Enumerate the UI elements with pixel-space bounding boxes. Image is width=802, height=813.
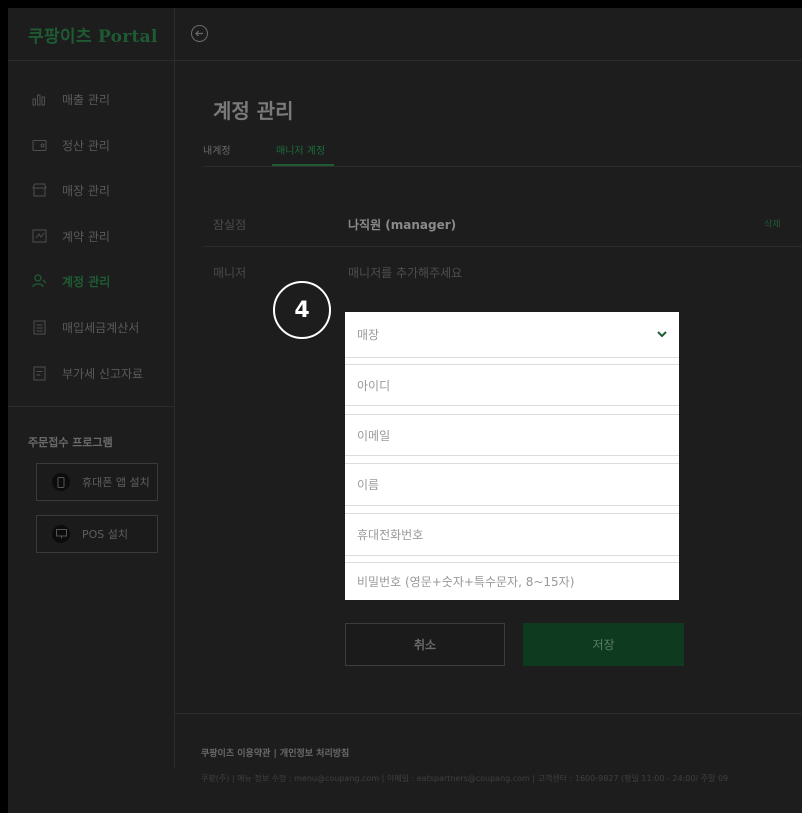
add-manager-prompt[interactable]: 매니저를 추가해주세요 (348, 264, 462, 281)
footer-links[interactable]: 쿠팡이츠 이용약관 | 개인정보 처리방침 (201, 746, 349, 759)
document-icon (31, 365, 47, 381)
manager-name: 나직원 (manager) (348, 218, 457, 232)
sidebar-item-label: 매출 관리 (62, 92, 110, 107)
tab-manager-account[interactable]: 매니저 계정 (276, 142, 325, 157)
monitor-icon (52, 525, 70, 543)
id-field[interactable]: 아이디 (345, 364, 679, 406)
sidebar-item-account[interactable]: 계정 관리 (8, 266, 174, 296)
phone-placeholder: 휴대전화번호 (357, 528, 424, 542)
sidebar-item-sales[interactable]: 매출 관리 (8, 84, 174, 114)
wallet-icon (31, 137, 47, 153)
bar-chart-icon (31, 91, 47, 107)
person-icon (31, 273, 47, 289)
tab-my-account[interactable]: 내계정 (203, 142, 231, 157)
save-button[interactable]: 저장 (523, 623, 684, 666)
chevron-down-icon (657, 330, 667, 337)
sidebar-item-purchase-invoice[interactable]: 매입세금계산서 (8, 312, 174, 342)
install-pos-button[interactable]: POS 설치 (36, 515, 158, 553)
divider (8, 60, 174, 61)
back-button[interactable] (191, 25, 208, 42)
email-field[interactable]: 이메일 (345, 414, 679, 456)
app-window: 쿠팡이츠 Portal 매출 관리 정산 관리 매장 관리 계약 관리 계정 관… (8, 8, 802, 813)
arrow-left-icon (195, 30, 203, 37)
add-manager-form: 매장 아이디 이메일 이름 휴대전화번호 비밀번호 (영문+숫자+특수문자, 8… (345, 312, 679, 600)
sidebar-item-vat-report[interactable]: 부가세 신고자료 (8, 358, 174, 388)
email-placeholder: 이메일 (357, 428, 391, 443)
store-label: 잠실점 (213, 218, 247, 232)
cancel-button[interactable]: 취소 (345, 623, 505, 666)
sidebar-item-contract[interactable]: 계약 관리 (8, 221, 174, 251)
sidebar-item-label: 부가세 신고자료 (62, 366, 144, 381)
divider (203, 246, 802, 247)
sidebar: 쿠팡이츠 Portal 매출 관리 정산 관리 매장 관리 계약 관리 계정 관… (8, 8, 175, 768)
store-select-placeholder: 매장 (357, 328, 380, 342)
delete-link[interactable]: 삭제 (764, 217, 781, 230)
sidebar-item-label: 계정 관리 (62, 274, 111, 289)
receipt-icon (31, 319, 47, 335)
password-field[interactable]: 비밀번호 (영문+숫자+특수문자, 8~15자) (345, 562, 679, 600)
screen-frame: 쿠팡이츠 Portal 매출 관리 정산 관리 매장 관리 계약 관리 계정 관… (0, 0, 802, 813)
top-bar (174, 8, 802, 61)
sidebar-item-label: 매장 관리 (62, 183, 110, 198)
sidebar-item-label: 매입세금계산서 (62, 320, 140, 335)
sidebar-item-store[interactable]: 매장 관리 (8, 175, 174, 205)
phone-icon (52, 473, 70, 491)
name-field[interactable]: 이름 (345, 463, 679, 506)
order-program-title: 주문접수 프로그램 (28, 436, 113, 449)
install-pos-label: POS 설치 (82, 528, 129, 541)
sidebar-item-label: 정산 관리 (62, 138, 110, 153)
page-title: 계정 관리 (213, 99, 294, 123)
name-placeholder: 이름 (357, 478, 380, 492)
store-select[interactable]: 매장 (345, 312, 679, 358)
contract-icon (31, 228, 47, 244)
manager-label: 매니저 (213, 266, 247, 280)
store-icon (31, 182, 47, 198)
divider (203, 166, 802, 167)
footer-info: 쿠팡(주) | 메뉴 정보 수정 : menu@coupang.com | 이메… (201, 774, 729, 783)
sidebar-item-label: 계약 관리 (62, 229, 110, 244)
app-logo[interactable]: 쿠팡이츠 Portal (28, 22, 158, 47)
id-placeholder: 아이디 (357, 378, 391, 393)
divider (174, 713, 802, 714)
install-phone-app-label: 휴대폰 앱 설치 (82, 476, 150, 489)
sidebar-item-settlement[interactable]: 정산 관리 (8, 130, 174, 160)
step-badge: 4 (273, 281, 331, 339)
phone-field[interactable]: 휴대전화번호 (345, 513, 679, 556)
install-phone-app-button[interactable]: 휴대폰 앱 설치 (36, 463, 158, 501)
divider (8, 406, 174, 407)
password-placeholder: 비밀번호 (영문+숫자+특수문자, 8~15자) (357, 575, 575, 589)
